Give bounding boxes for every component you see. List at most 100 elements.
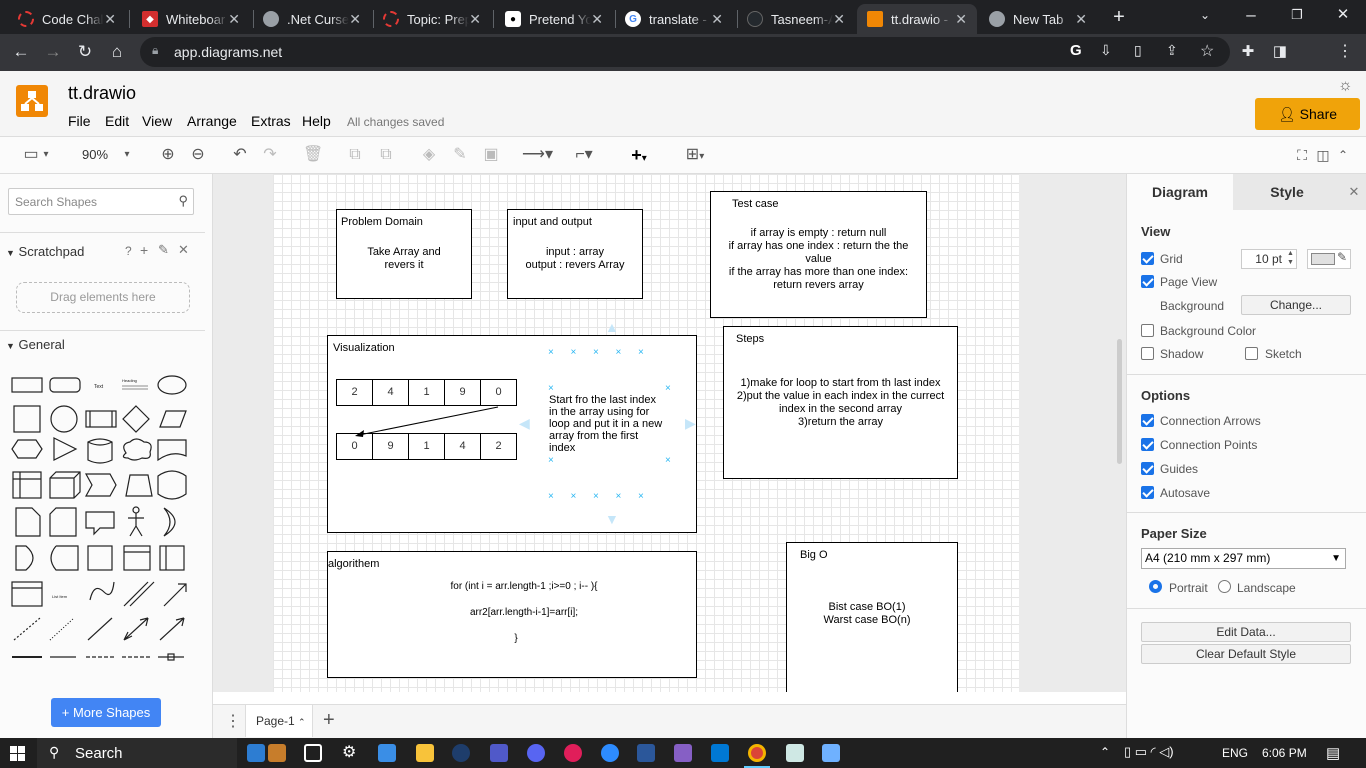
vscode-icon[interactable] (711, 744, 729, 762)
discord-icon[interactable] (527, 744, 545, 762)
theme-icon[interactable]: ☼ (1338, 77, 1353, 95)
more-shapes-button[interactable]: + More Shapes (51, 698, 161, 727)
hover-arrow-left[interactable]: ◀ (519, 416, 530, 430)
zoom-level[interactable]: 90% (80, 145, 110, 165)
browser-tab[interactable]: New Tab ✕ (979, 4, 1097, 34)
general-header[interactable]: ▼ General (6, 337, 65, 352)
language-indicator[interactable]: ENG (1222, 746, 1248, 760)
visualization-note[interactable]: Start fro the last index in the array us… (549, 394, 671, 454)
connection-points-checkbox[interactable] (1141, 438, 1154, 451)
panel-toggle-icon[interactable]: ◫ (1316, 145, 1330, 165)
app-icon[interactable] (268, 744, 286, 762)
hover-arrow-down[interactable]: ▼ (605, 512, 619, 526)
reload-icon[interactable]: ↻ (72, 39, 98, 65)
app-icon[interactable] (247, 744, 265, 762)
clear-default-style-button[interactable]: Clear Default Style (1141, 644, 1351, 664)
slack-icon[interactable] (564, 744, 582, 762)
app-icon[interactable] (822, 744, 840, 762)
more-menu-icon[interactable]: ⋮ (1332, 39, 1358, 65)
extensions-icon[interactable]: ✚ (1235, 39, 1261, 65)
fullscreen-icon[interactable]: ⛶ (1294, 145, 1310, 165)
page-icon[interactable]: ▯ (1134, 42, 1142, 59)
close-icon[interactable]: ✕ (469, 11, 481, 28)
big-o-box[interactable]: Big O Bist case BO(1) Warst case BO(n) (786, 542, 958, 692)
menu-help[interactable]: Help (302, 113, 331, 129)
edit-data-button[interactable]: Edit Data... (1141, 622, 1351, 642)
search-input[interactable] (15, 189, 165, 214)
add-icon[interactable]: + (140, 242, 148, 258)
side-panel-icon[interactable]: ◨ (1267, 39, 1293, 65)
waypoints-icon[interactable]: ⌐▾ (567, 145, 601, 165)
diagram-canvas[interactable]: Problem Domain Take Array and revers it … (213, 174, 1126, 692)
close-icon[interactable]: ✕ (1075, 11, 1087, 28)
app-icon[interactable] (452, 744, 470, 762)
menu-extras[interactable]: Extras (251, 113, 291, 129)
windows-start-icon[interactable] (10, 746, 25, 761)
scratchpad-dropzone[interactable]: Drag elements here (16, 282, 190, 313)
document-title[interactable]: tt.drawio (68, 83, 136, 104)
search-icon[interactable]: ⚲ (178, 193, 188, 209)
insert-icon[interactable]: +▾ (622, 145, 656, 165)
add-page-button[interactable]: + (323, 709, 335, 732)
delete-icon[interactable]: 🗑︎ (303, 145, 323, 165)
minimize-button[interactable]: – (1238, 2, 1264, 28)
scratchpad-header[interactable]: ▼ Scratchpad (6, 244, 84, 259)
word-icon[interactable] (637, 744, 655, 762)
browser-tab[interactable]: Gtranslate - ✕ (615, 4, 733, 34)
browser-tab[interactable]: Topic: Prep ✕ (373, 4, 491, 34)
algorithm-box[interactable]: algorithem for (int i = arr.length-1 ;i>… (327, 551, 697, 678)
browser-tab-active[interactable]: tt.drawio - ✕ (857, 4, 977, 34)
install-icon[interactable]: ⇩ (1100, 42, 1112, 59)
settings-icon[interactable]: ⚙ (342, 744, 360, 762)
grid-checkbox[interactable] (1141, 252, 1154, 265)
google-icon[interactable]: G (1070, 42, 1082, 59)
back-icon[interactable]: ← (8, 39, 34, 65)
teams-icon[interactable] (490, 744, 508, 762)
hover-arrow-up[interactable]: ▲ (605, 320, 619, 334)
browser-tab[interactable]: ● Pretend Yo ✕ (495, 4, 613, 34)
new-tab-button[interactable]: + (1106, 4, 1132, 30)
close-icon[interactable]: ✕ (591, 11, 603, 28)
share-button[interactable]: 👤︎ Share (1255, 98, 1360, 130)
tab-style[interactable]: Style (1233, 174, 1341, 210)
guides-checkbox[interactable] (1141, 462, 1154, 475)
browser-tab[interactable]: Code Chall ✕ (8, 4, 126, 34)
window-close-button[interactable]: ✕ (1330, 2, 1356, 28)
help-icon[interactable]: ? (125, 244, 132, 258)
close-icon[interactable]: ✕ (104, 11, 116, 28)
table-icon[interactable]: ⊞▾ (678, 145, 712, 165)
stepper-icon[interactable]: ▲ ▼ (1287, 249, 1294, 267)
menu-view[interactable]: View (142, 113, 172, 129)
app-icon[interactable] (786, 744, 804, 762)
clock[interactable]: 6:06 PM (1262, 746, 1307, 760)
close-icon[interactable]: ✕ (955, 11, 967, 28)
undo-icon[interactable]: ↶ (230, 145, 250, 165)
close-icon[interactable]: ✕ (228, 11, 240, 28)
collapse-icon[interactable]: ⌃ (1336, 145, 1350, 165)
visual-studio-icon[interactable] (674, 744, 692, 762)
sketch-checkbox[interactable] (1245, 347, 1258, 360)
tab-page-1[interactable]: Page-1 ⌃ (256, 714, 306, 728)
menu-edit[interactable]: Edit (105, 113, 129, 129)
menu-arrange[interactable]: Arrange (187, 113, 237, 129)
to-front-icon[interactable]: ⧉ (345, 145, 365, 165)
zoom-in-icon[interactable]: ⊕ (158, 145, 178, 165)
forward-icon[interactable]: → (40, 39, 66, 65)
shadow-checkbox[interactable] (1141, 347, 1154, 360)
taskbar-search[interactable]: ⚲ Search (37, 738, 237, 768)
close-icon[interactable]: ✕ (1341, 174, 1366, 210)
background-color-checkbox[interactable] (1141, 324, 1154, 337)
redo-icon[interactable]: ↷ (260, 145, 280, 165)
chevron-down-icon[interactable]: ▾ (120, 145, 134, 165)
zoom-out-icon[interactable]: ⊖ (188, 145, 208, 165)
close-icon[interactable]: ✕ (178, 242, 189, 258)
close-icon[interactable]: ✕ (833, 11, 845, 28)
vertical-scrollbar[interactable] (1117, 339, 1122, 464)
tab-diagram[interactable]: Diagram (1127, 174, 1233, 210)
format-panel-icon[interactable]: ▭ (20, 145, 42, 165)
tab-search-icon[interactable]: ⌄ (1192, 2, 1218, 28)
notification-icon[interactable]: ▤ (1326, 744, 1340, 762)
line-color-icon[interactable]: ✎ (450, 145, 470, 165)
share-icon[interactable]: ⇪ (1166, 42, 1178, 59)
browser-tab[interactable]: Tasneem-A ✕ (737, 4, 855, 34)
